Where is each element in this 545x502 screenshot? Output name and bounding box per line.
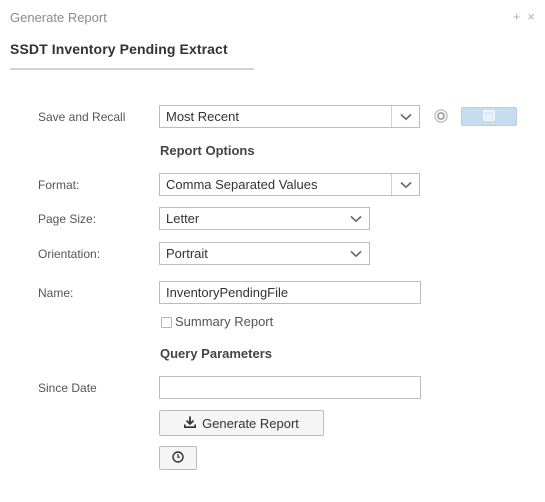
orientation-value: Portrait — [166, 246, 208, 261]
report-options-heading: Report Options — [160, 143, 255, 158]
save-recall-label: Save and Recall — [38, 110, 126, 124]
format-value: Comma Separated Values — [166, 177, 318, 192]
orientation-label: Orientation: — [38, 247, 101, 261]
name-label: Name: — [38, 286, 74, 300]
summary-report-label: Summary Report — [175, 314, 274, 329]
save-icon — [483, 108, 495, 126]
report-title: SSDT Inventory Pending Extract — [10, 41, 228, 57]
pin-button[interactable]: + — [513, 9, 521, 24]
query-parameters-heading: Query Parameters — [160, 346, 273, 361]
save-recall-value: Most Recent — [166, 109, 239, 124]
since-date-field[interactable] — [159, 376, 421, 399]
save-button[interactable] — [461, 107, 517, 126]
history-button[interactable] — [159, 446, 197, 470]
window-controls: + × — [513, 9, 535, 24]
chevron-down-icon — [391, 106, 419, 127]
format-select[interactable]: Comma Separated Values — [159, 173, 420, 196]
page-size-label: Page Size: — [38, 212, 97, 226]
summary-report-checkbox[interactable] — [161, 317, 172, 328]
reset-icon[interactable] — [434, 109, 448, 123]
title-underline — [10, 68, 254, 70]
page-size-value: Letter — [166, 211, 200, 226]
download-icon — [184, 416, 197, 431]
since-date-label: Since Date — [38, 381, 97, 395]
save-recall-select[interactable]: Most Recent — [159, 105, 420, 128]
close-button[interactable]: × — [527, 9, 535, 24]
clock-icon — [172, 450, 184, 466]
format-label: Format: — [38, 178, 80, 192]
dialog-title: Generate Report — [10, 10, 107, 25]
page-size-select[interactable]: Letter — [159, 207, 370, 230]
orientation-select[interactable]: Portrait — [159, 242, 370, 265]
chevron-down-icon — [391, 174, 419, 195]
chevron-down-icon — [342, 208, 369, 229]
name-field[interactable] — [159, 281, 421, 304]
generate-report-button[interactable]: Generate Report — [159, 410, 324, 436]
chevron-down-icon — [342, 243, 369, 264]
generate-report-label: Generate Report — [202, 415, 299, 431]
